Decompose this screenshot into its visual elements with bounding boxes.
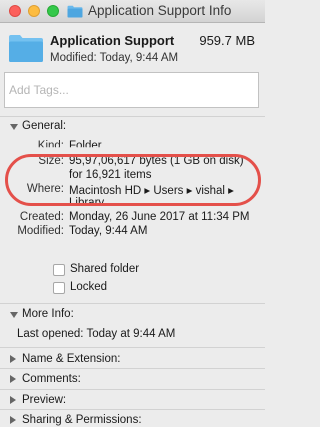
item-name: Application Support — [50, 33, 175, 48]
created-value: Monday, 26 June 2017 at 11:34 PM — [69, 211, 250, 223]
folder-icon — [9, 35, 43, 62]
shared-folder-checkbox[interactable] — [53, 264, 65, 276]
locked-checkbox[interactable] — [53, 282, 65, 294]
created-label: Created: — [19, 211, 64, 223]
tags-input[interactable] — [4, 72, 259, 108]
divider — [0, 368, 265, 369]
zoom-button[interactable] — [47, 5, 59, 17]
locked-label: Locked — [70, 281, 108, 293]
disclosure-expanded-icon[interactable] — [10, 124, 18, 130]
where-value: Macintosh HD ▸ Users ▸ vishal ▸ — [69, 185, 234, 197]
divider — [0, 347, 265, 348]
last-opened: Last opened: Today at 9:44 AM — [17, 328, 176, 340]
size-value: 95,97,06,617 bytes (1 GB on disk) — [69, 155, 244, 167]
section-name-extension[interactable]: Name & Extension: — [22, 353, 120, 365]
size-items: for 16,921 items — [69, 169, 152, 181]
where-continued: Library — [69, 197, 105, 209]
section-more-info[interactable]: More Info: — [22, 308, 74, 320]
divider — [0, 303, 265, 304]
section-sharing-permissions[interactable]: Sharing & Permissions: — [22, 414, 142, 426]
divider — [0, 116, 265, 117]
shared-folder-label: Shared folder — [70, 263, 140, 275]
divider — [0, 409, 265, 410]
disclosure-collapsed-icon[interactable] — [10, 355, 16, 363]
modified-value: Today, 9:44 AM — [69, 225, 148, 237]
minimize-button[interactable] — [28, 5, 40, 17]
kind-value: Folder — [69, 140, 102, 152]
item-size: 959.7 MB — [199, 33, 255, 48]
disclosure-expanded-icon[interactable] — [10, 312, 18, 318]
disclosure-collapsed-icon[interactable] — [10, 416, 16, 424]
where-label: Where: — [26, 183, 64, 195]
disclosure-collapsed-icon[interactable] — [10, 396, 16, 404]
size-label: Size: — [38, 155, 64, 167]
close-button[interactable] — [9, 5, 21, 17]
window-title: Application Support Info — [88, 3, 232, 18]
divider — [0, 389, 265, 390]
title-bar: Application Support Info — [0, 0, 265, 23]
kind-label: Kind: — [37, 140, 64, 152]
section-preview[interactable]: Preview: — [22, 394, 66, 406]
section-comments[interactable]: Comments: — [22, 373, 81, 385]
section-general[interactable]: General: — [22, 120, 66, 132]
item-modified: Modified: Today, 9:44 AM — [50, 52, 179, 64]
folder-icon — [67, 5, 83, 18]
disclosure-collapsed-icon[interactable] — [10, 375, 16, 383]
modified-label: Modified: — [17, 225, 64, 237]
